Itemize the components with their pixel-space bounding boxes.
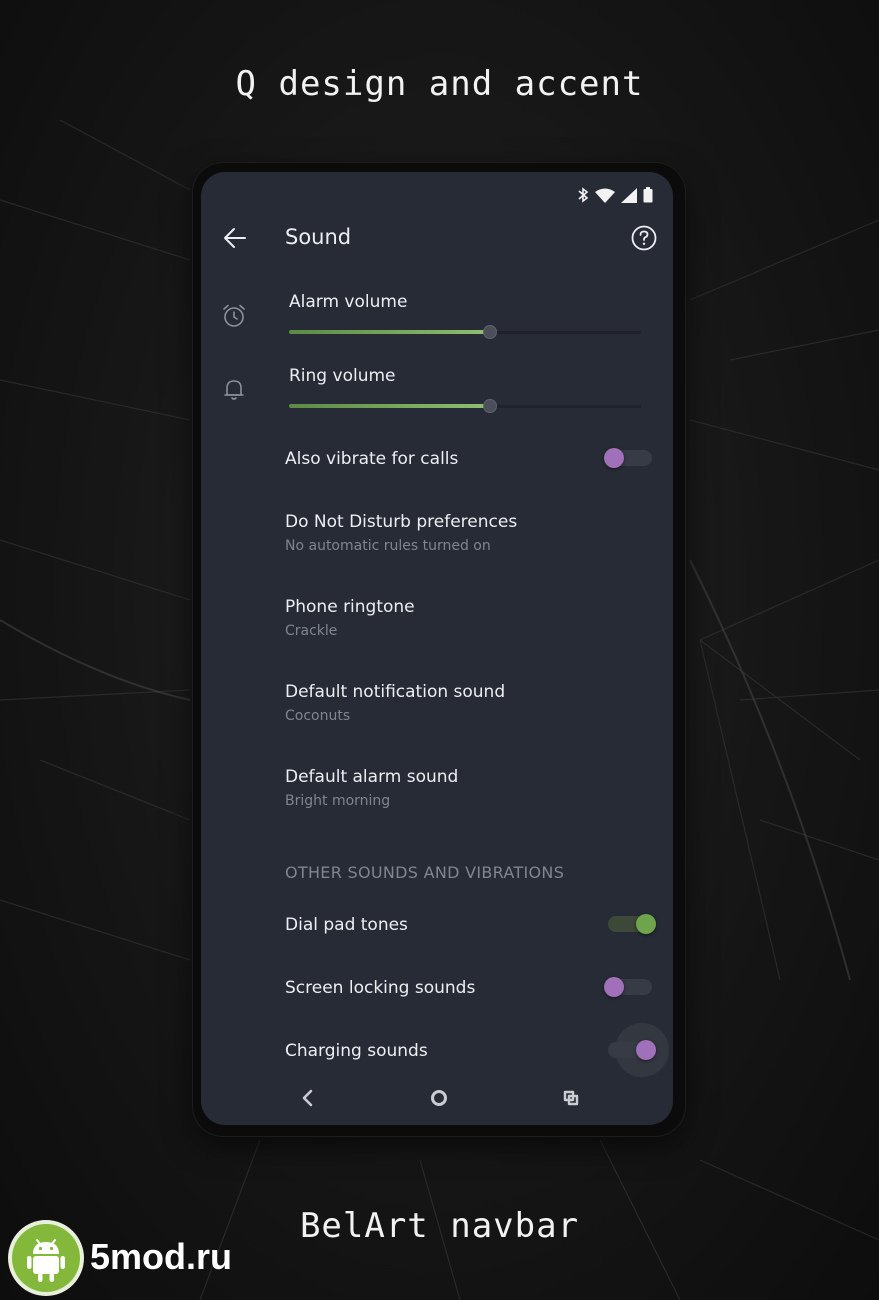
phone-ringtone-label[interactable]: Phone ringtone — [285, 597, 415, 617]
slider-fill — [289, 404, 490, 408]
alarm-clock-icon — [223, 304, 245, 327]
charging-sounds-label[interactable]: Charging sounds — [285, 1041, 428, 1061]
notification-sound-summary: Coconuts — [285, 708, 351, 724]
promo-headline: Q design and accent — [235, 64, 644, 104]
dial-pad-tones-toggle[interactable] — [606, 914, 656, 934]
alarm-volume-label: Alarm volume — [289, 292, 408, 312]
phone-frame: Sound Alarm volume Ring volume Also vibr… — [193, 163, 685, 1136]
ring-volume-slider[interactable] — [289, 399, 641, 413]
status-bar — [577, 187, 653, 203]
bell-icon — [224, 380, 244, 400]
settings-screen: Sound Alarm volume Ring volume Also vibr… — [201, 172, 673, 1125]
arrow-back-icon[interactable] — [221, 224, 249, 252]
navigation-bar — [201, 1069, 673, 1125]
dial-pad-tones-label[interactable]: Dial pad tones — [285, 915, 408, 935]
recents-icon[interactable] — [560, 1087, 582, 1109]
alarm-volume-slider[interactable] — [289, 325, 641, 339]
alarm-sound-summary: Bright morning — [285, 793, 391, 809]
toggle-knob — [636, 1040, 656, 1060]
toggle-knob — [636, 914, 656, 934]
toggle-knob — [604, 977, 624, 997]
page-title: Sound — [285, 225, 352, 249]
phone-ringtone-summary: Crackle — [285, 623, 338, 639]
charging-sounds-toggle[interactable] — [606, 1040, 656, 1060]
dnd-preferences-label[interactable]: Do Not Disturb preferences — [285, 512, 517, 532]
notification-sound-label[interactable]: Default notification sound — [285, 682, 505, 702]
slider-fill — [289, 330, 490, 334]
screen-locking-sounds-toggle[interactable] — [604, 977, 654, 997]
back-icon[interactable] — [297, 1087, 319, 1109]
section-header-other-sounds: OTHER SOUNDS AND VIBRATIONS — [285, 863, 565, 882]
watermark-text: 5mod.ru — [90, 1236, 233, 1277]
screen-locking-sounds-label[interactable]: Screen locking sounds — [285, 978, 475, 998]
slider-thumb[interactable] — [483, 400, 496, 412]
dnd-preferences-summary: No automatic rules turned on — [285, 538, 491, 554]
bluetooth-icon — [578, 187, 589, 203]
help-circle-icon[interactable] — [631, 225, 657, 251]
slider-thumb[interactable] — [483, 326, 496, 338]
cell-signal-icon — [621, 187, 637, 203]
ring-volume-label: Ring volume — [289, 366, 396, 386]
battery-icon — [643, 187, 653, 203]
alarm-sound-label[interactable]: Default alarm sound — [285, 767, 458, 787]
wifi-icon — [595, 188, 615, 203]
home-icon[interactable] — [428, 1087, 450, 1109]
toggle-knob — [604, 448, 624, 468]
vibrate-for-calls-toggle[interactable] — [604, 448, 654, 468]
android-robot-icon — [27, 1239, 65, 1282]
watermark-badge — [12, 1224, 80, 1292]
vibrate-for-calls-label[interactable]: Also vibrate for calls — [285, 449, 458, 469]
